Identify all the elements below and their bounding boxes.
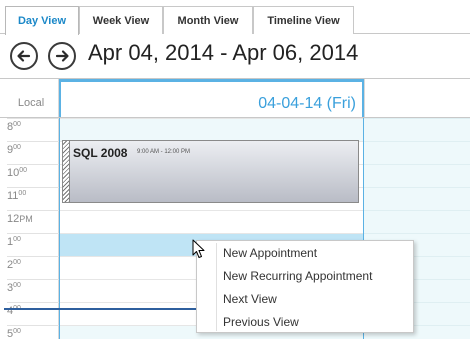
tab-day-view[interactable]: Day View (5, 6, 79, 35)
time-label-9: 900 (7, 141, 59, 164)
mouse-cursor-icon (192, 239, 205, 258)
previous-button[interactable] (10, 42, 38, 70)
time-label-10: 1000 (7, 164, 59, 187)
appointment-time: 9:00 AM - 12:00 PM (137, 149, 191, 155)
time-slot[interactable] (364, 118, 470, 141)
time-slot[interactable] (364, 141, 470, 164)
tab-month-view[interactable]: Month View (163, 6, 253, 34)
menu-item-new-recurring-appointment[interactable]: New Recurring Appointment (223, 269, 372, 283)
time-label-8: 800 (7, 118, 59, 141)
time-label-3: 300 (7, 279, 59, 302)
day-column-header[interactable]: 04-04-14 (Fri) (59, 79, 364, 117)
menu-gutter (216, 243, 217, 331)
day-header-label: 04-04-14 (Fri) (258, 95, 356, 112)
time-label-1: 100 (7, 233, 59, 256)
arrow-left-circle-icon (17, 50, 31, 62)
view-tabs: Day View Week View Month View Timeline V… (0, 0, 470, 35)
time-label-2: 200 (7, 256, 59, 279)
time-slot[interactable] (364, 164, 470, 187)
tab-week-view[interactable]: Week View (79, 6, 163, 34)
header-filler (364, 79, 470, 117)
time-label-11: 1100 (7, 187, 59, 210)
time-slot[interactable] (60, 210, 363, 233)
menu-item-new-appointment[interactable]: New Appointment (223, 246, 317, 260)
appointment-sql-2008[interactable]: SQL 2008 9:00 AM - 12:00 PM (62, 140, 359, 203)
menu-item-next-view[interactable]: Next View (223, 292, 277, 306)
date-range-title: Apr 04, 2014 - Apr 06, 2014 (88, 40, 359, 65)
time-slot[interactable] (60, 118, 363, 141)
time-ruler: 800 900 1000 1100 12PM 100 200 300 400 5… (4, 118, 59, 339)
tab-timeline-view[interactable]: Timeline View (253, 6, 354, 34)
arrow-right-circle-icon (55, 50, 69, 62)
menu-item-previous-view[interactable]: Previous View (223, 315, 299, 329)
time-label-4: 400 (7, 302, 59, 325)
appointment-status-stripe (63, 141, 70, 202)
context-menu: New Appointment New Recurring Appointmen… (196, 240, 414, 333)
appointment-title: SQL 2008 (73, 146, 128, 160)
time-slot[interactable] (364, 187, 470, 210)
timezone-label: Local (4, 79, 59, 117)
time-label-12: 12PM (7, 210, 59, 233)
time-slot[interactable] (364, 210, 470, 233)
time-label-5: 500 (7, 325, 59, 339)
next-button[interactable] (48, 42, 76, 70)
